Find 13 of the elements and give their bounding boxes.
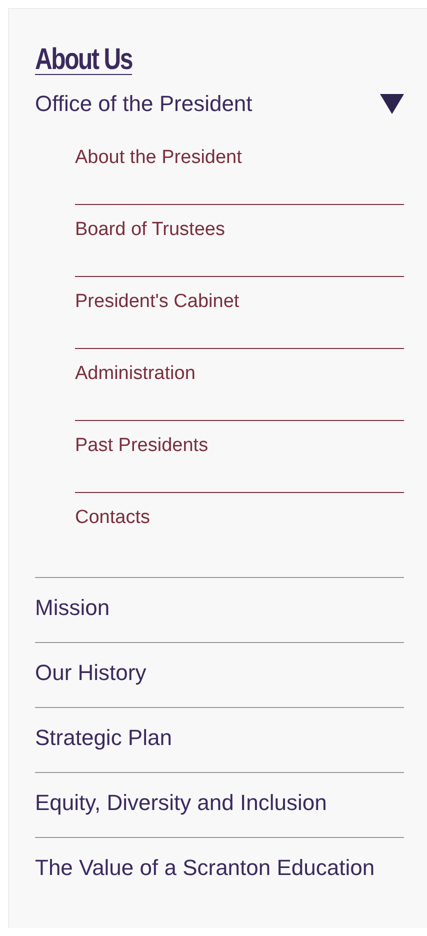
submenu-link[interactable]: Past Presidents [75,421,404,493]
menu-link[interactable]: Our History [35,643,404,708]
submenu-toggle[interactable]: Office of the President [35,83,404,133]
submenu-link[interactable]: President's Cabinet [75,277,404,349]
menu-link[interactable]: Mission [35,578,404,643]
menu-link[interactable]: Equity, Diversity and Inclusion [35,773,404,838]
submenu-link[interactable]: Board of Trustees [75,205,404,277]
section-title-link[interactable]: About Us [35,43,132,77]
menu-link[interactable]: Strategic Plan [35,708,404,773]
submenu-link[interactable]: About the President [75,133,404,205]
menu-link[interactable]: The Value of a Scranton Education [35,838,404,903]
submenu-link[interactable]: Administration [75,349,404,421]
submenu-link[interactable]: Contacts [75,493,404,577]
